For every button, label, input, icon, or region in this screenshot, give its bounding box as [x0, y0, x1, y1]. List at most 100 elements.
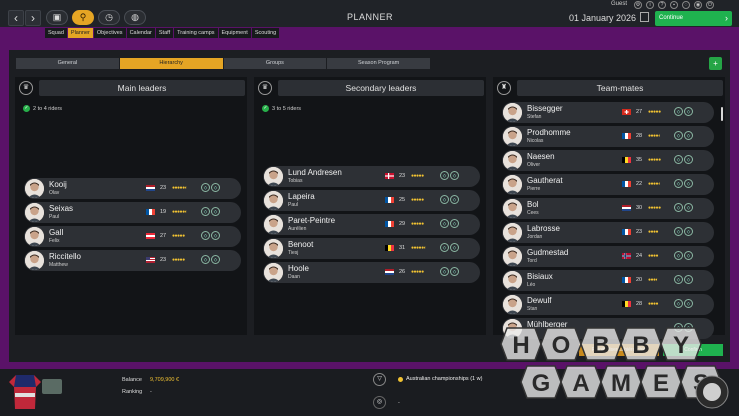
specialty-icon: ◇: [201, 231, 210, 240]
submenu-training-camps[interactable]: Training camps: [174, 28, 218, 38]
rider-first-name: Oliver: [527, 162, 541, 168]
help-icon[interactable]: ?: [658, 1, 666, 9]
specialty-icons: ◇ ◇: [201, 255, 220, 264]
rider-age: 27: [160, 233, 167, 239]
chat-icon[interactable]: ◌: [682, 1, 690, 9]
specialty-icon: ◇: [201, 255, 210, 264]
settings-icon[interactable]: ⚙: [634, 1, 642, 9]
specialty-icon: ◇: [684, 131, 693, 140]
specialty-icons: ◇ ◇: [440, 243, 459, 252]
flag-icon: [622, 205, 631, 211]
submenu-staff[interactable]: Staff: [155, 28, 174, 38]
add-button[interactable]: +: [709, 57, 722, 70]
rider-row[interactable]: Gautherat Pierre 22 ●●●●◐ ◇ ◇: [502, 174, 714, 195]
rider-row[interactable]: Labrosse Jordan 23 ●●●● ◇ ◇: [502, 222, 714, 243]
rider-age: 19: [160, 209, 167, 215]
specialty-icons: ◇ ◇: [440, 195, 459, 204]
submenu-planner[interactable]: Planner: [67, 28, 93, 38]
rider-row[interactable]: Riccitello Matthew 23 ●●●●● ◇ ◇: [24, 250, 241, 271]
specialty-icon: ◇: [450, 267, 459, 276]
save-icon[interactable]: ▪: [670, 1, 678, 9]
scrollbar[interactable]: [721, 107, 723, 121]
rider-row[interactable]: Lapeira Paul 25 ●●●●● ◇ ◇: [263, 190, 480, 211]
specialty-icon: ◇: [684, 299, 693, 308]
rider-first-name: Olav: [49, 190, 60, 196]
rider-row[interactable]: Gudmestad Tord 24 ●●●● ◇ ◇: [502, 246, 714, 267]
specialty-icon: ◇: [674, 107, 683, 116]
tab-general[interactable]: General: [16, 58, 119, 69]
rider-avatar: [503, 151, 522, 170]
forward-button[interactable]: ›: [25, 10, 41, 26]
specialty-icon: ◇: [450, 195, 459, 204]
flag-icon: [146, 233, 155, 239]
rider-avatar: [25, 251, 44, 270]
specialty-icon: ◇: [450, 243, 459, 252]
rider-first-name: Pierre: [527, 186, 541, 192]
requirement: ✓ 2 to 4 riders: [23, 105, 62, 112]
tab-hierarchy[interactable]: Hierarchy: [119, 58, 223, 69]
rider-row[interactable]: Hoole Daan 26 ●●●●● ◇ ◇: [263, 262, 480, 283]
rider-row[interactable]: Paret-Peintre Aurélien 29 ●●●●● ◇ ◇: [263, 214, 480, 235]
rider-stars: ●●●●◐: [648, 133, 661, 139]
specialty-icons: ◇ ◇: [674, 299, 693, 308]
tab-groups[interactable]: Groups: [223, 58, 327, 69]
planner-submenu: Squad Planner Objectives Calendar Staff …: [45, 28, 280, 38]
rider-avatar: [264, 263, 283, 282]
rider-row[interactable]: Kooij Olav 23 ●●●●●◐ ◇ ◇: [24, 178, 241, 199]
next-race[interactable]: Australian championships (1 w): [406, 376, 482, 382]
panel-header: ♛ Main leaders: [18, 80, 245, 96]
rider-avatar: [264, 215, 283, 234]
rider-first-name: Paul: [288, 202, 299, 208]
submenu-equipment[interactable]: Equipment: [218, 28, 251, 38]
rider-row[interactable]: Bissegger Stefan 27 ●●●●● ◇ ◇: [502, 102, 714, 123]
briefcase-icon[interactable]: ▣: [46, 10, 68, 25]
rider-avatar: [503, 295, 522, 314]
rider-avatar: [264, 239, 283, 258]
specialty-icon: ◇: [684, 203, 693, 212]
status-dot: [398, 377, 403, 382]
rider-age: 25: [399, 197, 406, 203]
rider-row[interactable]: Lund Andresen Tobias 23 ●●●●● ◇ ◇: [263, 166, 480, 187]
cycling-icon[interactable]: ⚲: [72, 10, 94, 25]
power-icon[interactable]: ⏻: [706, 1, 714, 9]
calendar-icon[interactable]: [640, 12, 649, 22]
specialty-icons: ◇ ◇: [440, 171, 459, 180]
rider-last-name: Prodhomme: [527, 128, 571, 137]
rider-last-name: Bol: [527, 200, 539, 209]
rider-age: 22: [636, 181, 643, 187]
info-icon[interactable]: i: [646, 1, 654, 9]
rider-row[interactable]: Naesen Oliver 35 ●●●●● ◇ ◇: [502, 150, 714, 171]
user-icon[interactable]: ◉: [694, 1, 702, 9]
flag-icon: [622, 133, 631, 139]
rider-row[interactable]: Prodhomme Nicolas 28 ●●●●◐ ◇ ◇: [502, 126, 714, 147]
submenu-scouting[interactable]: Scouting: [251, 28, 280, 38]
flag-icon: [622, 277, 631, 283]
rider-avatar: [503, 175, 522, 194]
submenu-objectives[interactable]: Objectives: [93, 28, 126, 38]
rider-row[interactable]: Bisiaux Léo 20 ●●●◐ ◇ ◇: [502, 270, 714, 291]
rider-row[interactable]: Bol Cees 30 ●●●●● ◇ ◇: [502, 198, 714, 219]
rider-row[interactable]: Gall Felix 27 ●●●●● ◇ ◇: [24, 226, 241, 247]
watermark-letter: Y: [673, 332, 689, 359]
back-button[interactable]: ‹: [8, 10, 24, 26]
watermark-letter: A: [572, 370, 589, 397]
flag-icon: [385, 221, 394, 227]
specialty-icon: ◇: [440, 219, 449, 228]
rider-first-name: Paul: [49, 214, 60, 220]
rider-age: 24: [636, 253, 643, 259]
rider-row[interactable]: Dewulf Stan 28 ●●●● ◇ ◇: [502, 294, 714, 315]
world-icon[interactable]: ◍: [124, 10, 146, 25]
submenu-squad[interactable]: Squad: [45, 28, 67, 38]
rider-stars: ●●●●●: [648, 109, 661, 115]
rider-stars: ●●●●: [648, 229, 659, 235]
trophy-icon[interactable]: ▽: [373, 373, 386, 386]
race-icon[interactable]: ◎: [373, 396, 386, 409]
rider-row[interactable]: Benoot Tiesj 31 ●●●●●◐ ◇ ◇: [263, 238, 480, 259]
tab-season-program[interactable]: Season Program: [327, 58, 430, 69]
continue-button[interactable]: Continue ›: [655, 11, 732, 26]
hobby-games-watermark: H O B B Y G A M E S: [500, 327, 729, 409]
submenu-calendar[interactable]: Calendar: [126, 28, 155, 38]
rider-row[interactable]: Seixas Paul 19 ●●●●●◐ ◇ ◇: [24, 202, 241, 223]
panel-title: Team-mates: [517, 80, 723, 96]
clock-icon[interactable]: ◷: [98, 10, 120, 25]
